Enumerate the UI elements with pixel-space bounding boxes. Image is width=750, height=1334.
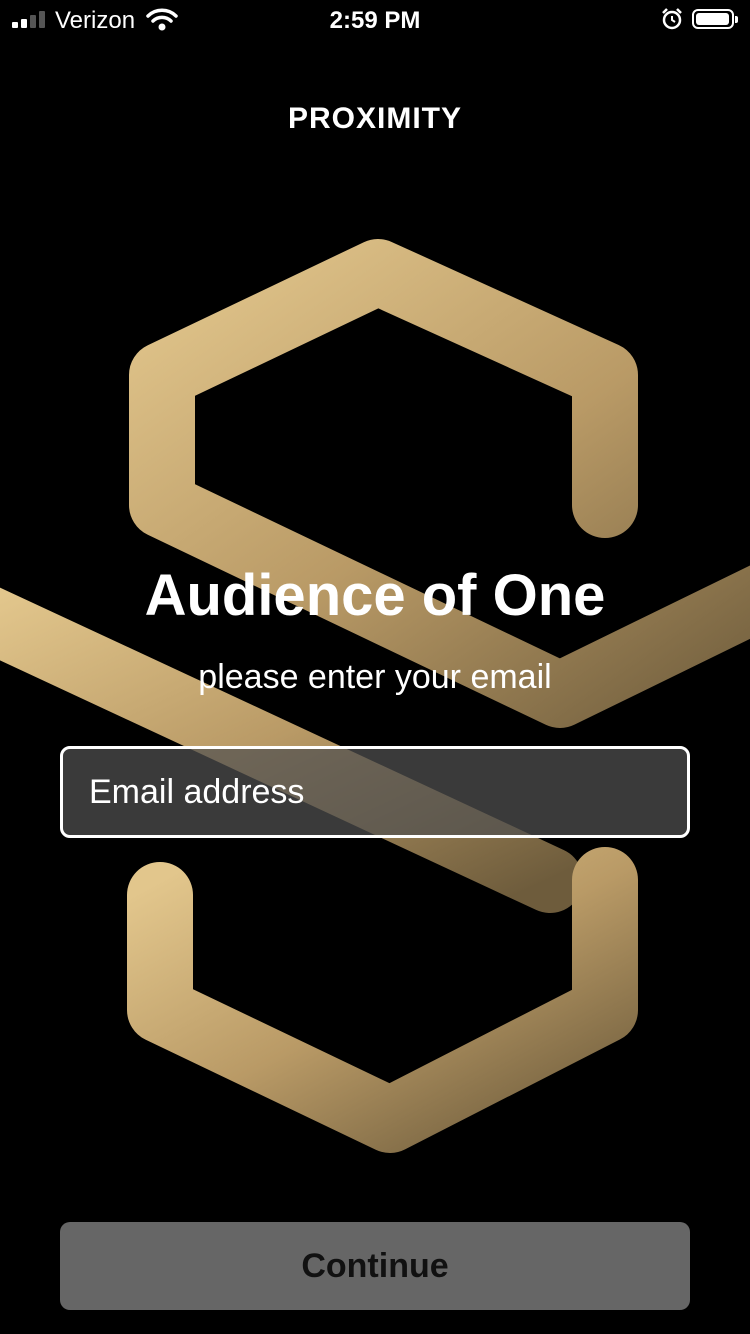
clock: 2:59 PM xyxy=(329,7,421,34)
headline: Audience of One xyxy=(144,563,606,628)
email-field[interactable] xyxy=(60,746,690,838)
continue-button[interactable]: Continue xyxy=(60,1222,690,1310)
battery-icon xyxy=(692,9,738,29)
email-input[interactable] xyxy=(63,749,687,835)
status-bar: Verizon 2:59 PM xyxy=(0,0,750,40)
subline: please enter your email xyxy=(198,658,552,696)
app-title: PROXIMITY xyxy=(287,102,462,135)
proximity-logo xyxy=(0,239,750,1153)
alarm-icon xyxy=(662,8,682,30)
